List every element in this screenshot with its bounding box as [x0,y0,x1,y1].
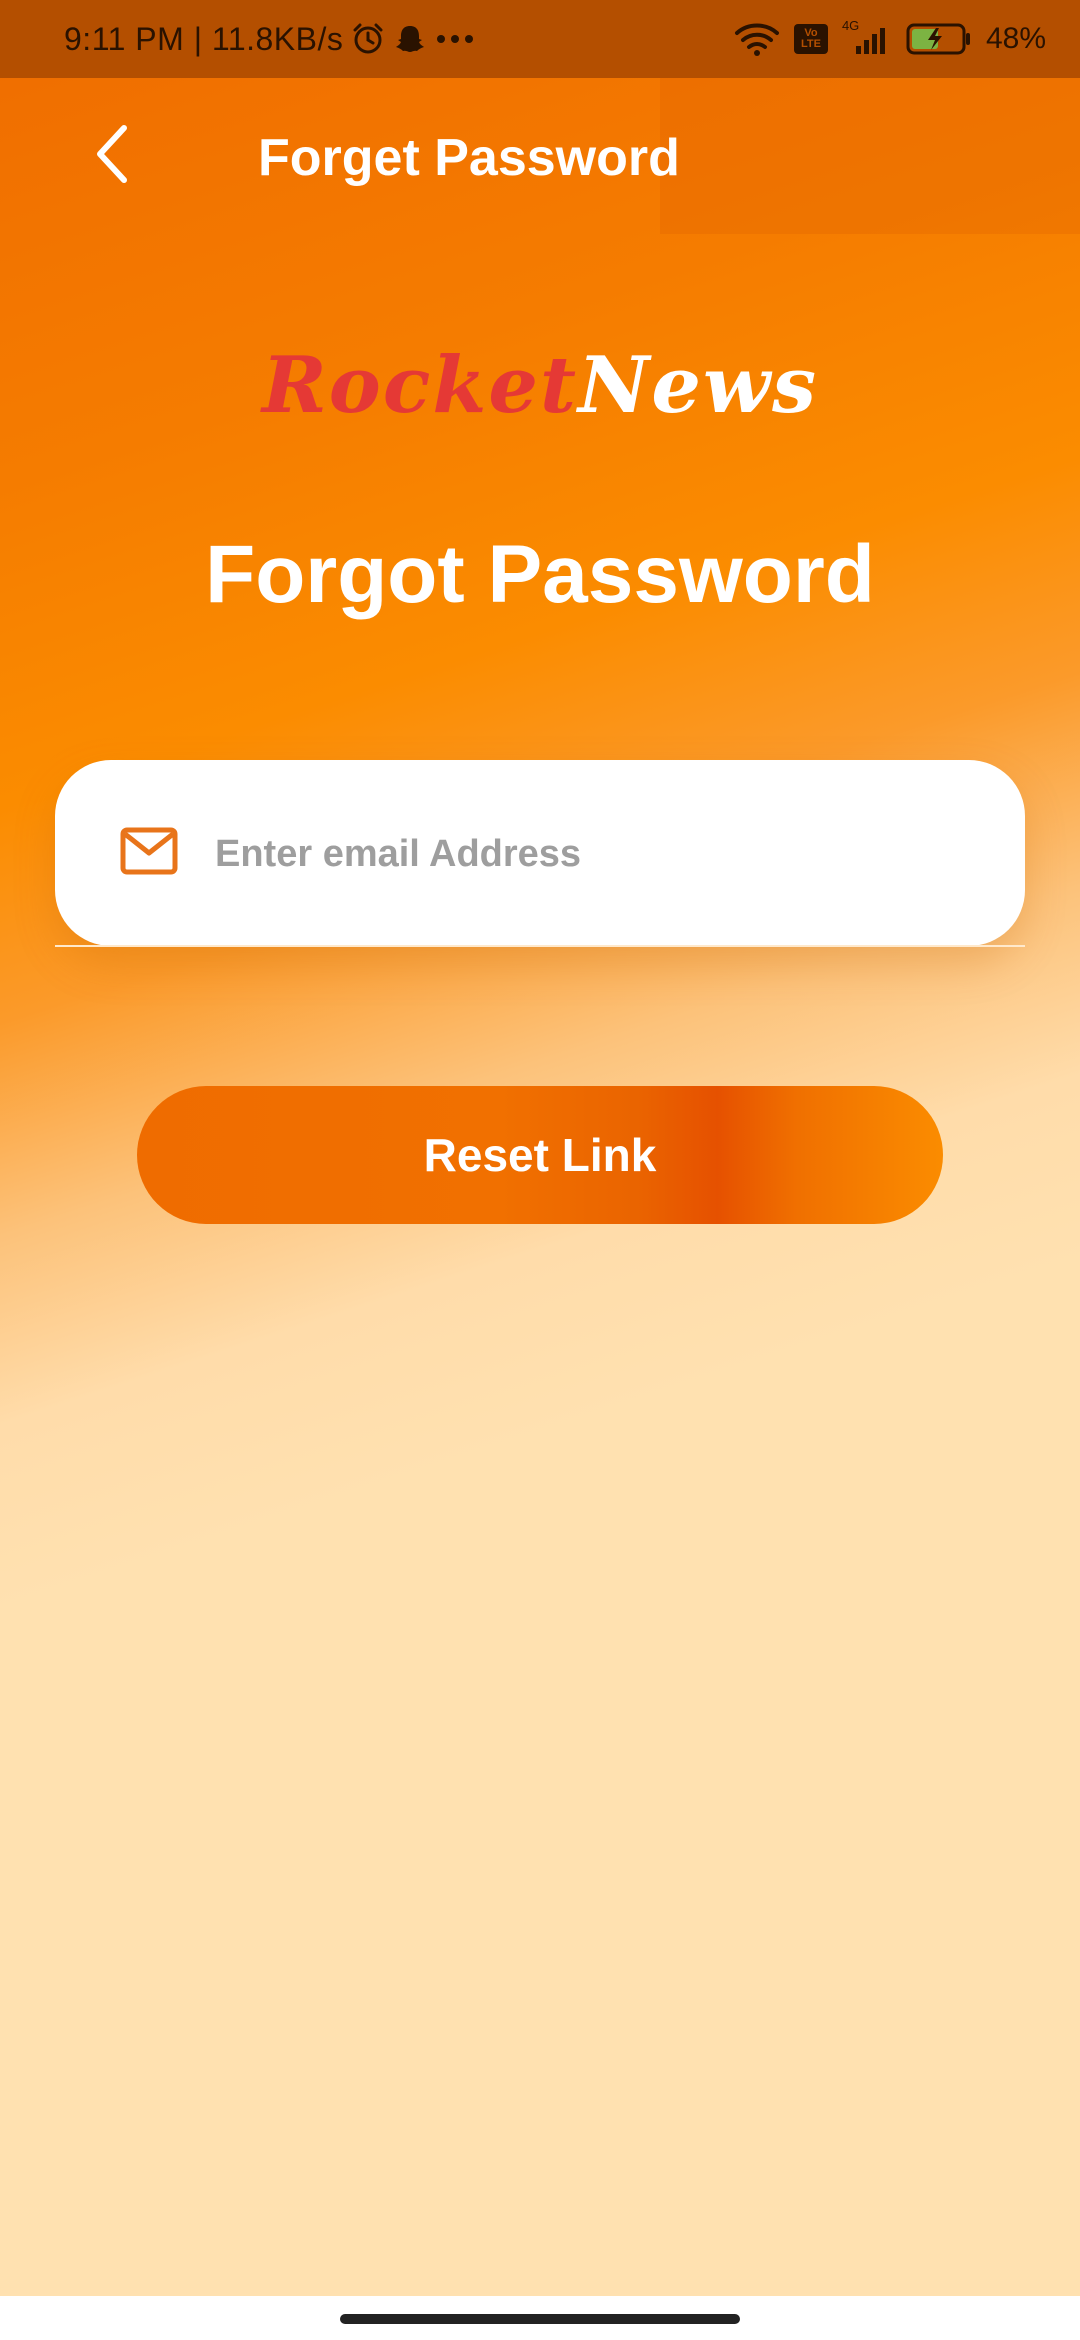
volte-bottom-label: LTE [800,38,821,50]
status-right: Vo LTE 4G 48% [734,0,1046,78]
email-input[interactable] [213,808,977,900]
more-notifications-icon [435,33,475,45]
email-field-container [55,760,1025,946]
volte-icon: Vo LTE [793,24,828,54]
status-left: 9:11 PM | 11.8KB/s [64,0,475,78]
email-field-underline [55,945,1025,947]
page-heading: Forgot Password [205,529,875,620]
battery-icon [906,22,972,56]
rocketnews-logo: RocketNews [0,340,1080,431]
status-time-speed: 9:11 PM | 11.8KB/s [64,20,344,57]
logo-part-news: News [578,340,819,431]
app-bar: Forget Password [0,78,1080,234]
forgot-password-screen: 9:11 PM | 11.8KB/s Vo LTE 4G 48% Forget … [0,0,1080,2340]
reset-link-button[interactable]: Reset Link [137,1086,943,1224]
chevron-left-icon [92,122,132,191]
snapchat-icon [393,22,427,56]
app-bar-title: Forget Password [258,129,680,187]
signal-icon: 4G [842,18,892,56]
status-bar: 9:11 PM | 11.8KB/s Vo LTE 4G 48% [0,0,1080,78]
network-type-label: 4G [841,18,860,33]
battery-percent: 48% [985,22,1046,55]
logo-part-rocket: Rocket [261,340,579,431]
back-button[interactable] [80,120,144,192]
wifi-icon [734,21,780,57]
mail-icon [119,826,179,876]
navigation-bar [0,2296,1080,2340]
home-indicator[interactable] [340,2314,740,2324]
alarm-icon [351,22,385,56]
